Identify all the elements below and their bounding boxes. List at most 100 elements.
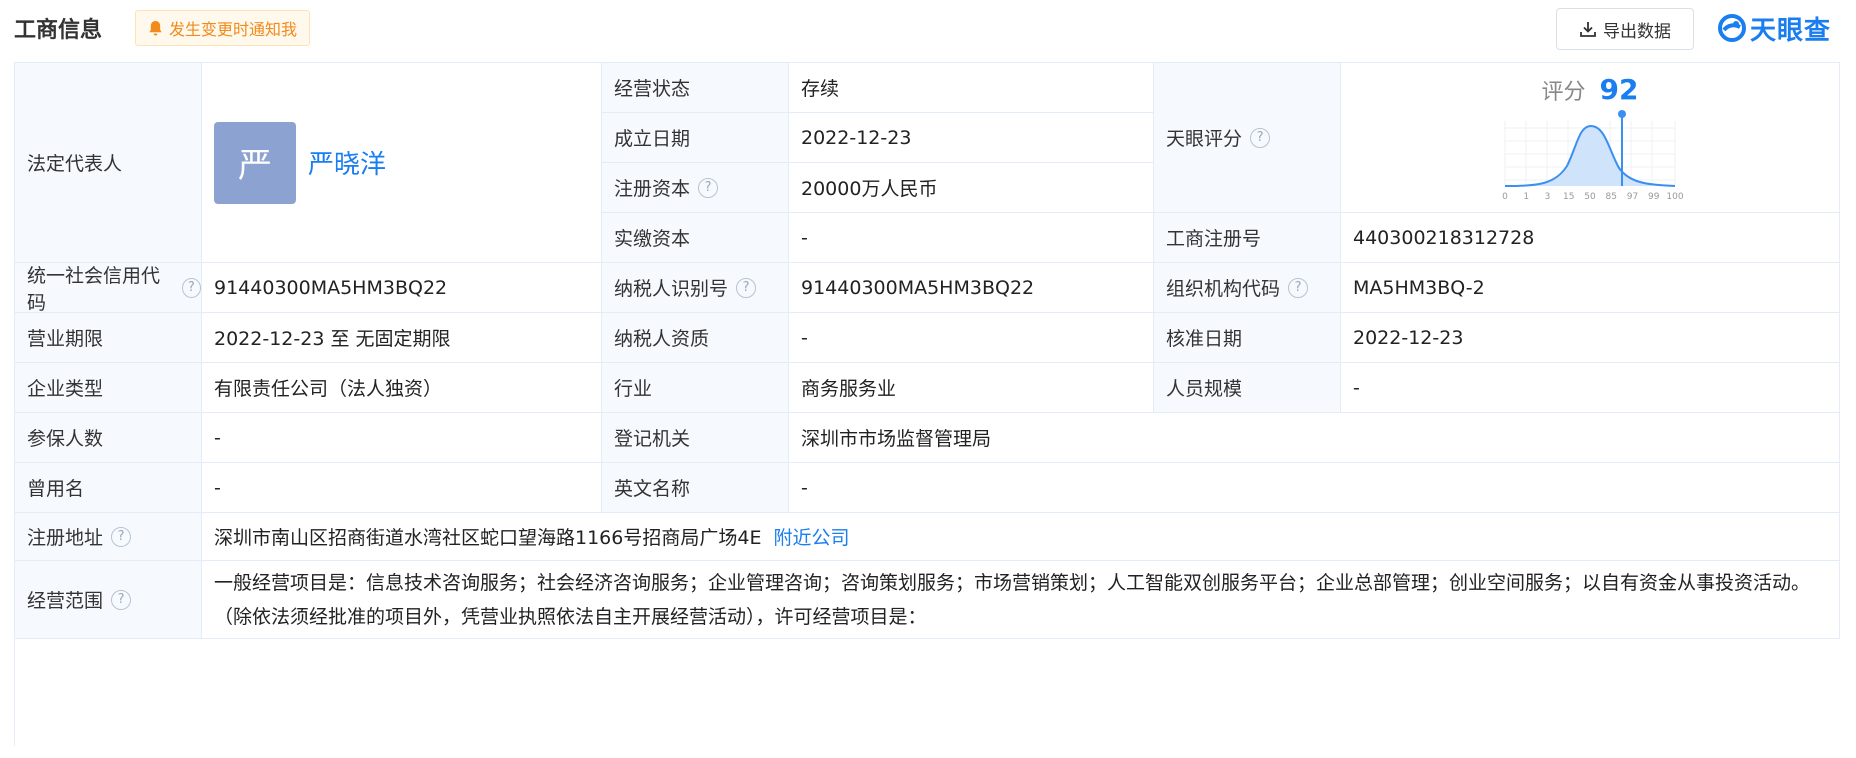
help-icon[interactable]: ? — [698, 177, 719, 198]
org-code-label-cell: 组织机构代码 ? — [1154, 263, 1341, 313]
help-icon[interactable]: ? — [1288, 277, 1309, 298]
founded-label-cell: 成立日期 — [602, 113, 789, 163]
org-code-value-cell: MA5HM3BQ-2 — [1341, 263, 1840, 313]
tianyancha-logo[interactable]: 天眼查 — [1718, 10, 1831, 46]
axis-tick-label: 3 — [1545, 192, 1551, 202]
taxpayer-qual-label-cell: 纳税人资质 — [602, 313, 789, 363]
legal-rep-value-cell: 严 严晓洋 — [202, 63, 602, 263]
former-name-value: - — [214, 476, 221, 499]
scope-value: 一般经营项目是：信息技术咨询服务；社会经济咨询服务；企业管理咨询；咨询策划服务；… — [214, 571, 1811, 628]
score-line: 评分 92 — [1542, 73, 1639, 106]
former-name-label-cell: 曾用名 — [15, 463, 202, 513]
bell-icon — [149, 20, 162, 36]
axis-tick-label: 1 — [1523, 192, 1529, 202]
reg-authority-value: 深圳市市场监督管理局 — [801, 428, 992, 450]
export-label: 导出数据 — [1603, 21, 1671, 42]
legal-rep-label: 法定代表人 — [27, 153, 123, 175]
help-icon[interactable]: ? — [111, 526, 132, 547]
notify-on-change-button[interactable]: 发生变更时通知我 — [135, 10, 311, 46]
score-marker-pin — [1618, 110, 1626, 118]
company-type-value: 有限责任公司（法人独资） — [214, 378, 443, 400]
axis-tick-label: 15 — [1563, 192, 1574, 202]
industry-label: 行业 — [614, 378, 653, 400]
insured-label: 参保人数 — [27, 428, 104, 450]
staff-size-value-cell: - — [1341, 363, 1840, 413]
approval-date-value: 2022-12-23 — [1353, 326, 1464, 349]
english-name-value: - — [801, 476, 808, 499]
legal-rep-name-link[interactable]: 严晓洋 — [308, 144, 386, 181]
taxpayer-qual-label: 纳税人资质 — [614, 328, 710, 350]
score-distribution-chart: 0 1 3 15 50 85 97 99 100 — [1502, 110, 1684, 202]
axis-tick-label: 85 — [1606, 192, 1617, 202]
address-label-cell: 注册地址 ? — [15, 513, 202, 561]
page-title: 工商信息 — [14, 18, 103, 43]
reg-authority-label: 登记机关 — [614, 428, 691, 450]
help-icon[interactable]: ? — [736, 277, 757, 298]
approval-date-value-cell: 2022-12-23 — [1341, 313, 1840, 363]
distribution-curve-fill — [1505, 126, 1675, 186]
status-label-cell: 经营状态 — [602, 63, 789, 113]
taxpayer-id-label: 纳税人识别号 — [614, 278, 729, 300]
status-value-cell: 存续 — [789, 63, 1154, 113]
axis-tick-label: 100 — [1666, 192, 1683, 202]
org-code-label: 组织机构代码 — [1166, 278, 1281, 300]
industry-value: 商务服务业 — [801, 378, 897, 400]
former-name-label: 曾用名 — [27, 478, 85, 500]
paid-capital-value-cell: - — [789, 213, 1154, 263]
paid-capital-value: - — [801, 226, 808, 249]
staff-size-label-cell: 人员规模 — [1154, 363, 1341, 413]
avatar-char: 严 — [238, 146, 272, 186]
english-name-label-cell: 英文名称 — [602, 463, 789, 513]
company-type-label-cell: 企业类型 — [15, 363, 202, 413]
biz-reg-no-label-cell: 工商注册号 — [1154, 213, 1341, 263]
reg-capital-label-cell: 注册资本 ? — [602, 163, 789, 213]
reg-capital-label: 注册资本 — [614, 178, 691, 200]
insured-value-cell: - — [202, 413, 602, 463]
nearby-companies-link[interactable]: 附近公司 — [773, 523, 849, 550]
legal-rep-label-cell: 法定代表人 — [15, 63, 202, 263]
approval-date-label: 核准日期 — [1166, 328, 1243, 350]
english-name-value-cell: - — [789, 463, 1840, 513]
term-value: 2022-12-23 至 无固定期限 — [214, 328, 451, 350]
company-type-value-cell: 有限责任公司（法人独资） — [202, 363, 602, 413]
biz-reg-no-value: 440300218312728 — [1353, 226, 1535, 249]
avatar[interactable]: 严 — [214, 121, 296, 204]
axis-ticks: 0 1 3 15 50 85 97 99 100 — [1502, 192, 1684, 202]
export-data-button[interactable]: 导出数据 — [1556, 8, 1694, 50]
axis-tick-label: 99 — [1648, 192, 1660, 202]
help-icon[interactable]: ? — [111, 589, 132, 610]
credit-code-value: 91440300MA5HM3BQ22 — [214, 276, 448, 299]
help-icon[interactable]: ? — [181, 277, 201, 298]
term-label: 营业期限 — [27, 328, 104, 350]
taxpayer-id-value: 91440300MA5HM3BQ22 — [801, 276, 1035, 299]
tianyan-score-label: 天眼评分 — [1166, 128, 1243, 150]
status-value: 存续 — [801, 78, 840, 100]
taxpayer-qual-value-cell: - — [789, 313, 1154, 363]
biz-reg-no-value-cell: 440300218312728 — [1341, 213, 1840, 263]
scope-value-cell: 一般经营项目是：信息技术咨询服务；社会经济咨询服务；企业管理咨询；咨询策划服务；… — [202, 561, 1840, 639]
term-label-cell: 营业期限 — [15, 313, 202, 363]
download-icon — [1580, 22, 1596, 37]
axis-tick-label: 50 — [1584, 192, 1596, 202]
founded-value: 2022-12-23 — [801, 126, 912, 149]
reg-authority-value-cell: 深圳市市场监督管理局 — [789, 413, 1840, 463]
credit-code-label: 统一社会信用代码 — [27, 264, 161, 313]
address-label: 注册地址 — [27, 527, 104, 549]
english-name-label: 英文名称 — [614, 478, 691, 500]
biz-reg-no-label: 工商注册号 — [1166, 228, 1262, 250]
help-icon[interactable]: ? — [1250, 127, 1271, 148]
paid-capital-label-cell: 实缴资本 — [602, 213, 789, 263]
insured-value: - — [214, 426, 221, 449]
company-type-label: 企业类型 — [27, 378, 104, 400]
business-info-table: 法定代表人 严 严晓洋 经营状态 存续 成立日期 2022-12-23 注册资本… — [14, 62, 1840, 746]
industry-label-cell: 行业 — [602, 363, 789, 413]
tianyan-score-value-cell[interactable]: 评分 92 0 1 3 15 50 85 97 99 100 — [1341, 63, 1840, 213]
axis-tick-label: 0 — [1502, 192, 1508, 202]
address-value: 深圳市南山区招商街道水湾社区蛇口望海路1166号招商局广场4E — [214, 527, 762, 549]
logo-text: 天眼查 — [1750, 15, 1832, 46]
reg-capital-value: 20000万人民币 — [801, 178, 938, 200]
founded-label: 成立日期 — [614, 128, 691, 150]
founded-value-cell: 2022-12-23 — [789, 113, 1154, 163]
score-number: 92 — [1599, 73, 1639, 106]
org-code-value: MA5HM3BQ-2 — [1353, 276, 1485, 299]
